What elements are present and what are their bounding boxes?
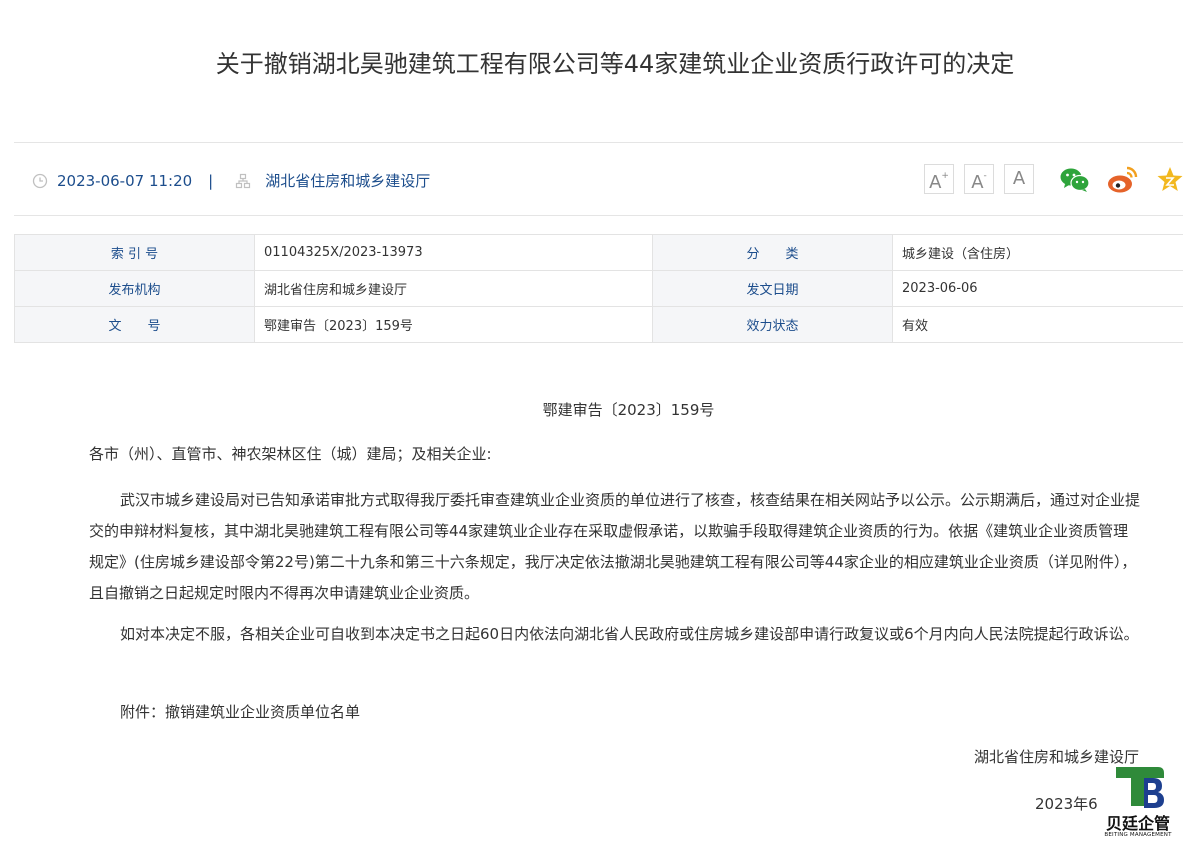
clock-icon: [32, 173, 48, 188]
table-row: 索 引 号 01104325X/2023-13973 分 类 城乡建设（含住房）: [14, 234, 1183, 271]
watermark-logo: 贝廷企管 BEITING MANAGEMENT: [1098, 764, 1178, 847]
index-number-value: 01104325X/2023-13973: [254, 234, 653, 271]
meta-separator: |: [208, 171, 214, 190]
doc-number-label: 文 号: [14, 306, 255, 343]
font-decrease-button[interactable]: A-: [964, 164, 994, 194]
table-row: 文 号 鄂建审告〔2023〕159号 效力状态 有效: [14, 306, 1183, 343]
document-info-table: 索 引 号 01104325X/2023-13973 分 类 城乡建设（含住房）…: [14, 234, 1183, 343]
publisher-link[interactable]: 湖北省住房和城乡建设厅: [265, 170, 430, 191]
font-reset-button[interactable]: A: [1004, 164, 1034, 194]
doc-number-value: 鄂建审告〔2023〕159号: [254, 306, 653, 343]
table-row: 发布机构 湖北省住房和城乡建设厅 发文日期 2023-06-06: [14, 270, 1183, 307]
watermark-name: 贝廷企管: [1105, 814, 1170, 833]
salutation: 各市（州）、直管市、神农架林区住（城）建局；及相关企业:: [89, 445, 492, 463]
category-label: 分 类: [652, 234, 893, 271]
meta-bar: 2023-06-07 11:20 | 湖北省住房和城乡建设厅 A+ A- A: [14, 142, 1183, 216]
weibo-icon[interactable]: [1107, 165, 1139, 195]
document-number: 鄂建审告〔2023〕159号: [542, 401, 715, 419]
attachment-note: 附件：撤销建筑业企业资质单位名单: [120, 703, 361, 721]
wechat-icon[interactable]: [1059, 165, 1091, 195]
validity-value: 有效: [892, 306, 1183, 343]
validity-label: 效力状态: [652, 306, 893, 343]
org-icon: [236, 173, 251, 188]
body-paragraph-2: 如对本决定不服，各相关企业可自收到本决定书之日起60日内依法向湖北省人民政府或住…: [120, 625, 1139, 643]
issuer-value: 湖北省住房和城乡建设厅: [254, 270, 653, 307]
publish-datetime: 2023-06-07 11:20: [57, 171, 193, 190]
issue-date-label: 发文日期: [652, 270, 893, 307]
issuer-label: 发布机构: [14, 270, 255, 307]
body-paragraph-1: 武汉市城乡建设局对已告知承诺审批方式取得我厅委托审查建筑业企业资质的单位进行了核…: [89, 491, 1141, 602]
category-value: 城乡建设（含住房）: [892, 234, 1183, 271]
page-title: 关于撤销湖北昊驰建筑工程有限公司等44家建筑业企业资质行政许可的决定: [215, 50, 1015, 78]
beiting-logo-icon: [1116, 767, 1164, 808]
font-increase-button[interactable]: A+: [924, 164, 954, 194]
favorite-icon[interactable]: [1156, 165, 1183, 195]
issue-date-value: 2023-06-06: [892, 270, 1183, 307]
index-number-label: 索 引 号: [14, 234, 255, 271]
watermark-subtitle: BEITING MANAGEMENT: [1104, 832, 1172, 838]
meta-info: 2023-06-07 11:20 | 湖北省住房和城乡建设厅: [32, 170, 430, 191]
